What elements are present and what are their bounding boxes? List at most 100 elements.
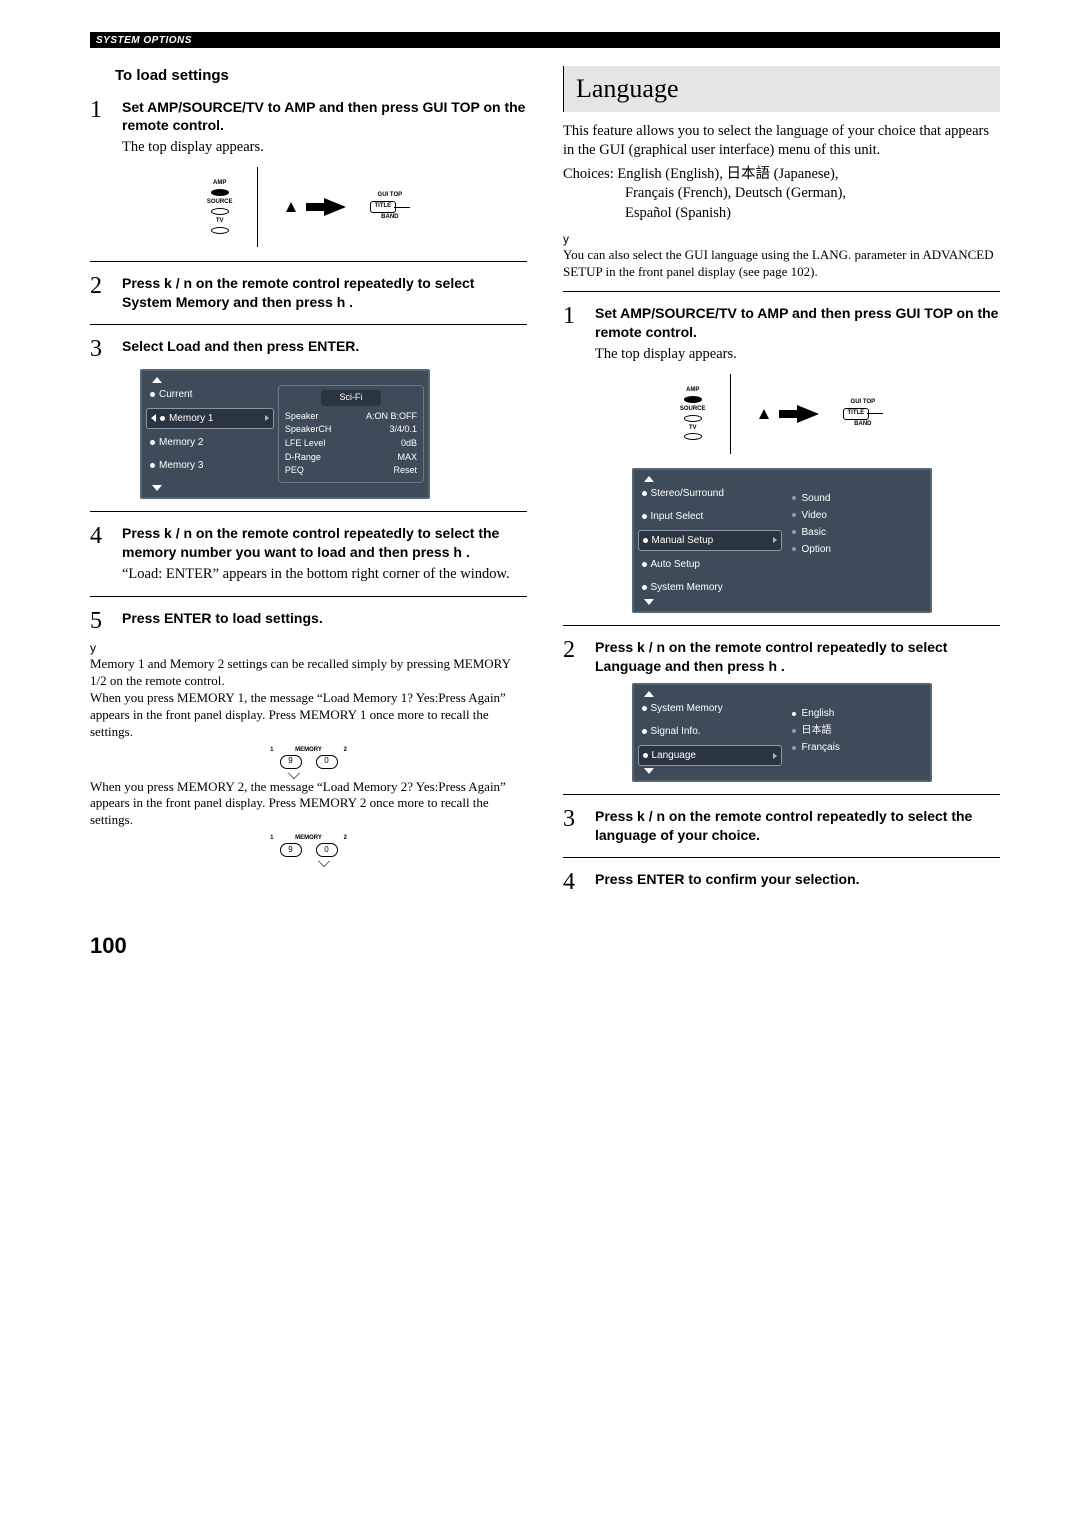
tv-label: TV — [689, 425, 697, 433]
right-column: Language This feature allows you to sele… — [563, 66, 1000, 900]
menu-item: Memory 2 — [146, 433, 274, 452]
menu-header-pill: Sci-Fi — [321, 390, 381, 406]
mem-1-label: 1 — [270, 747, 273, 755]
tri-right-icon — [265, 415, 269, 421]
amp-oval-icon — [684, 396, 702, 403]
step-bold: Press ENTER to confirm your selection. — [595, 870, 1000, 889]
step-number: 4 — [90, 524, 112, 548]
bullet-icon — [150, 440, 155, 445]
choices-line-3: Español (Spanish) — [563, 204, 1000, 224]
sub-label: Français — [802, 741, 840, 754]
gui-language-menu: System Memory Signal Info. Language Engl… — [632, 683, 932, 782]
sub-label: Video — [802, 509, 827, 522]
source-label: SOURCE — [680, 406, 706, 414]
title-button-icon: TITLE — [370, 201, 397, 213]
pointer-icon — [288, 767, 300, 779]
step-bold: Set AMP/SOURCE/TV to AMP and then press … — [595, 304, 1000, 342]
left-step-5: 5 Press ENTER to load settings. — [90, 609, 527, 633]
amp-oval-icon — [211, 189, 229, 196]
bullet-icon — [642, 514, 647, 519]
sub-item: Français — [790, 739, 922, 756]
menu-label: Manual Setup — [652, 534, 714, 547]
menu-label: System Memory — [651, 581, 723, 594]
menu-item: System Memory — [638, 699, 782, 718]
menu-label: Current — [159, 388, 192, 401]
step-number: 5 — [90, 609, 112, 633]
right-step-2: 2 Press k / n on the remote control repe… — [563, 638, 1000, 676]
tv-label: TV — [216, 218, 224, 226]
rule-icon — [90, 596, 527, 597]
bullet-icon — [642, 491, 647, 496]
menu-left-list: Current Memory 1 Memory 2 Memory 3 — [146, 385, 274, 483]
sub-item: Basic — [790, 524, 922, 541]
switch-selector: AMP SOURCE TV — [207, 180, 233, 233]
memory-9-button-icon: 9 — [280, 843, 302, 857]
rule-icon — [563, 625, 1000, 626]
menu-item: Signal Info. — [638, 722, 782, 741]
gui-memory-menu: Current Memory 1 Memory 2 Memory 3 Sci-F… — [140, 369, 430, 499]
dot-icon — [792, 746, 796, 750]
switch-selector: AMP SOURCE TV — [680, 387, 706, 440]
dot-icon — [792, 513, 796, 517]
btn-0-label: 0 — [324, 756, 328, 766]
tip-text-3: When you press MEMORY 2, the message “Lo… — [90, 779, 527, 830]
sub-item: Option — [790, 541, 922, 558]
step-bold: Press k / n on the remote control repeat… — [595, 807, 1000, 845]
left-step-2: 2 Press k / n on the remote control repe… — [90, 274, 527, 312]
scroll-up-icon — [152, 377, 162, 383]
header-tag: SYSTEM OPTIONS — [90, 34, 192, 47]
tri-right-icon — [773, 537, 777, 543]
sub-label: Basic — [802, 526, 826, 539]
kv-key: SpeakerCH — [285, 424, 332, 436]
menu-item: Stereo/Surround — [638, 484, 782, 503]
bullet-icon — [642, 729, 647, 734]
menu-label: System Memory — [651, 702, 723, 715]
remote-diagram-left: AMP SOURCE TV GUI TOP TITLE BAND — [90, 167, 527, 247]
tri-left-icon — [151, 414, 156, 422]
divider-icon — [730, 374, 731, 454]
kv-val: A:ON B:OFF — [366, 411, 417, 423]
bullet-icon — [643, 538, 648, 543]
menu-right-list: English 日本語 Français — [786, 699, 926, 766]
sub-label: Sound — [802, 492, 831, 505]
right-arrow-icon — [797, 405, 819, 423]
sub-label: Option — [802, 543, 831, 556]
menu-label: Stereo/Surround — [651, 487, 724, 500]
rule-icon — [563, 857, 1000, 858]
bullet-icon — [643, 753, 648, 758]
sub-item: 日本語 — [790, 722, 922, 739]
kv-val: Reset — [393, 465, 417, 477]
step-text: The top display appears. — [595, 345, 1000, 364]
dot-icon — [792, 712, 796, 716]
mem-memory-label: MEMORY — [295, 835, 322, 843]
dot-icon — [792, 496, 796, 500]
memory-0-button-icon: 0 — [316, 755, 338, 769]
divider-icon — [257, 167, 258, 247]
scroll-up-icon — [644, 476, 654, 482]
step-number: 2 — [563, 638, 585, 662]
menu-item: System Memory — [638, 578, 782, 597]
rule-icon — [563, 794, 1000, 795]
rule-icon — [563, 291, 1000, 292]
gui-top-menu: Stereo/Surround Input Select Manual Setu… — [632, 468, 932, 613]
mem-memory-label: MEMORY — [295, 747, 322, 755]
two-column-layout: To load settings 1 Set AMP/SOURCE/TV to … — [90, 66, 1000, 900]
step-text: The top display appears. — [122, 138, 527, 157]
menu-label: Auto Setup — [651, 558, 700, 571]
menu-item: Input Select — [638, 507, 782, 526]
menu-label: Input Select — [651, 510, 704, 523]
amp-label: AMP — [213, 180, 226, 188]
menu-right-panel: Sci-Fi SpeakerA:ON B:OFF SpeakerCH3/4/0.… — [278, 385, 424, 483]
tip-text-2: When you press MEMORY 1, the message “Lo… — [90, 690, 527, 741]
pointer-icon — [867, 413, 883, 414]
bullet-icon — [150, 392, 155, 397]
rule-icon — [90, 261, 527, 262]
sub-label: 日本語 — [802, 724, 832, 737]
menu-label: Memory 2 — [159, 436, 203, 449]
left-column: To load settings 1 Set AMP/SOURCE/TV to … — [90, 66, 527, 900]
kv-val: MAX — [397, 452, 417, 464]
left-step-1: 1 Set AMP/SOURCE/TV to AMP and then pres… — [90, 98, 527, 158]
bullet-icon — [150, 463, 155, 468]
tri-right-icon — [773, 753, 777, 759]
step-number: 2 — [90, 274, 112, 298]
